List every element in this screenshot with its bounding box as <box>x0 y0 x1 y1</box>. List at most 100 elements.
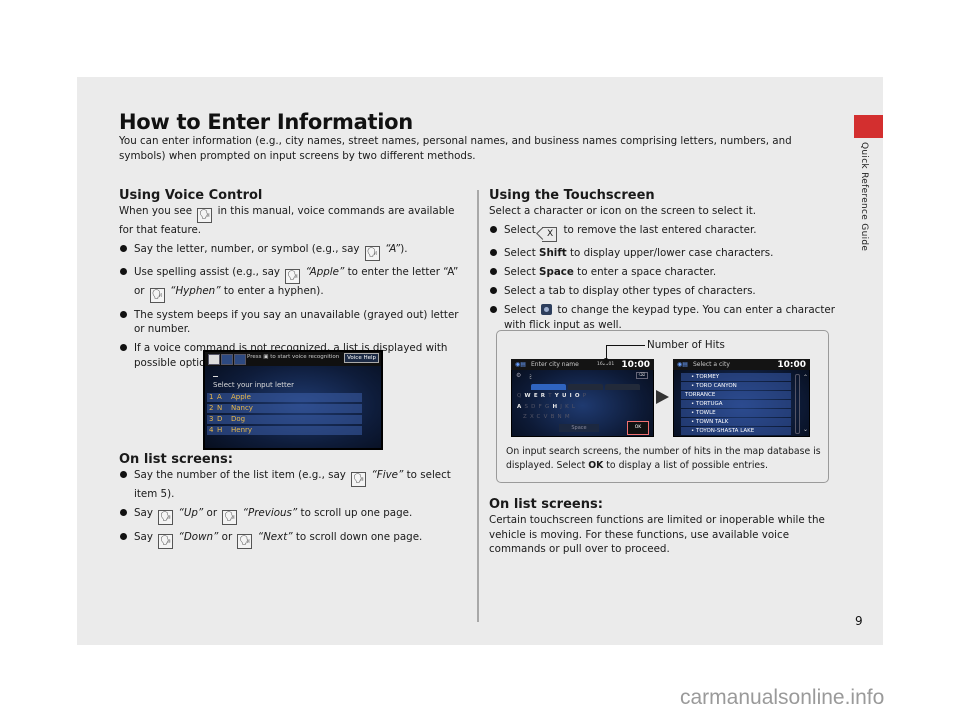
voice-list-row[interactable]: 2 N Nancy <box>207 404 362 413</box>
list-item: Select Space to enter a space character. <box>489 265 839 280</box>
keypad-type-icon <box>541 304 553 315</box>
bullet-icon <box>120 268 127 275</box>
list-screen-topbar: ◉▤ Select a city 10:00 <box>673 359 810 370</box>
input-text: ﾐ <box>529 374 533 381</box>
input-screen-image: ◉▤ Enter city name 162101 10:00 ⚙ ﾐ ⌫ QW… <box>511 359 654 437</box>
voice-list-row[interactable]: 1 A Apple <box>207 393 362 402</box>
key-d[interactable]: D <box>531 404 538 410</box>
list-item: Use spelling assist (e.g., say 🗣 “Apple”… <box>119 265 471 303</box>
bullet-icon <box>490 268 497 275</box>
page-number: 9 <box>855 614 863 628</box>
backspace-icon: X <box>542 226 558 242</box>
tab-accented[interactable] <box>568 384 603 390</box>
press-hint: Press ▣ to start voice recognition <box>247 354 340 360</box>
voice-list-heading: On list screens: <box>119 452 233 467</box>
key-m[interactable]: M <box>565 414 573 420</box>
city-list-item[interactable]: • TOYON-SHASTA LAKE <box>681 427 791 435</box>
list-item: Say 🗣 “Down” or 🗣 “Next” to scroll down … <box>119 530 471 549</box>
touchscreen-caption: On input search screens, the number of h… <box>506 446 821 471</box>
voice-list-row[interactable]: 3 D Dog <box>207 415 362 424</box>
voice-command-icon: 🗣 <box>237 533 253 549</box>
key-n[interactable]: N <box>558 414 565 420</box>
bullet-icon <box>120 244 127 252</box>
bullet-icon <box>120 344 127 351</box>
city-list-item[interactable]: • TOWLE <box>681 409 791 417</box>
voice-list-bullets: Say the number of the list item (e.g., s… <box>119 468 471 549</box>
voice-command-icon: 🗣 <box>351 472 367 487</box>
key-b[interactable]: B <box>551 414 558 420</box>
key-w[interactable]: W <box>525 393 534 399</box>
key-v[interactable]: V <box>544 414 551 420</box>
nav-icon: ◉▤ <box>677 361 688 368</box>
callout-dot <box>603 358 609 364</box>
scroll-down-icon[interactable]: ⌄ <box>803 426 808 433</box>
keyboard-row-1[interactable]: QWERTYUIOP <box>517 393 589 399</box>
voice-command-icon: 🗣 <box>364 245 380 261</box>
tab-symbol[interactable] <box>605 384 640 390</box>
tab-alphabet[interactable] <box>531 384 566 390</box>
scrollbar[interactable] <box>795 374 800 434</box>
list-item: The system beeps if you say an unavailab… <box>119 308 471 337</box>
bullet-icon <box>490 249 497 256</box>
city-list-item[interactable]: TORRANCE <box>681 391 791 399</box>
column-divider <box>477 190 479 622</box>
voice-command-icon: 🗣 <box>222 510 238 525</box>
nav-icon: ◉▤ <box>515 361 526 368</box>
key-y[interactable]: Y <box>555 393 562 399</box>
list-item: Say 🗣 “Up” or 🗣 “Previous” to scroll up … <box>119 506 471 525</box>
section-tab-marker <box>854 115 883 138</box>
key-z[interactable]: Z <box>523 414 530 420</box>
backspace-key[interactable]: ⌫ <box>635 372 648 379</box>
status-icon <box>234 354 246 365</box>
city-list-item[interactable]: • TOWN TALK <box>681 418 791 426</box>
list-item: Select a tab to display other types of c… <box>489 284 839 299</box>
list-screen-title: Select a city <box>693 361 730 368</box>
city-list-item[interactable]: • TORMEY <box>681 373 791 381</box>
touch-lead: Select a character or icon on the screen… <box>489 205 757 217</box>
touch-list-text: Certain touchscreen functions are limite… <box>489 514 825 555</box>
city-list-item[interactable]: • TORTUGA <box>681 400 791 408</box>
touch-list-heading: On list screens: <box>489 497 603 512</box>
voice-prompt: Select your input letter <box>213 381 294 389</box>
scroll-up-icon[interactable]: ⌃ <box>803 374 808 381</box>
voice-list-row[interactable]: 4 H Henry <box>207 426 362 435</box>
key-l[interactable]: L <box>572 404 578 410</box>
voice-command-icon: 🗣 <box>149 288 165 303</box>
city-list-item[interactable]: • TORO CANYON <box>681 382 791 390</box>
touch-list-section: On list screens: Certain touchscreen fun… <box>489 497 834 561</box>
key-k[interactable]: K <box>565 404 572 410</box>
voice-control-section: Using Voice Control When you see 🗣 in th… <box>119 188 471 375</box>
space-key[interactable]: Space <box>559 424 599 432</box>
key-e[interactable]: E <box>534 393 541 399</box>
voice-help-button[interactable]: Voice Help <box>344 353 379 363</box>
voice-command-icon: 🗣 <box>197 208 213 223</box>
key-p[interactable]: P <box>583 393 590 399</box>
key-u[interactable]: U <box>562 393 570 399</box>
touchscreen-section: Using the Touchscreen Select a character… <box>489 188 839 337</box>
bullet-icon <box>120 310 127 318</box>
voice-command-icon: 🗣 <box>158 533 174 549</box>
list-item: Select Shift to display upper/lower case… <box>489 246 839 261</box>
key-x[interactable]: X <box>530 414 537 420</box>
intro-text: You can enter information (e.g., city na… <box>119 135 792 162</box>
bullet-icon <box>120 471 127 478</box>
talk-icon <box>208 354 220 365</box>
keyboard-row-2[interactable]: ASDFGHJKL <box>517 404 578 410</box>
section-tab-label: Quick Reference Guide <box>859 142 869 252</box>
page-title: How to Enter Information <box>119 110 413 134</box>
city-list-screen-image: ◉▤ Select a city 10:00 • TORMEY • TORO CA… <box>673 359 810 437</box>
bullet-icon <box>490 306 497 313</box>
number-of-hits-label: Number of Hits <box>647 339 725 351</box>
ok-button[interactable]: OK <box>627 421 649 435</box>
list-item: Say the letter, number, or symbol (e.g.,… <box>119 242 471 261</box>
key-o[interactable]: O <box>575 393 583 399</box>
watermark: carmanualsonline.info <box>680 686 885 709</box>
bullet-icon <box>490 287 497 294</box>
voice-command-icon: 🗣 <box>158 510 174 525</box>
callout-line <box>606 345 645 346</box>
settings-icon[interactable]: ⚙ <box>516 372 521 379</box>
keyboard-row-3[interactable]: ZXCVBNM <box>523 414 573 420</box>
voice-command-icon: 🗣 <box>285 269 301 284</box>
key-q[interactable]: Q <box>517 393 525 399</box>
key-c[interactable]: C <box>537 414 544 420</box>
